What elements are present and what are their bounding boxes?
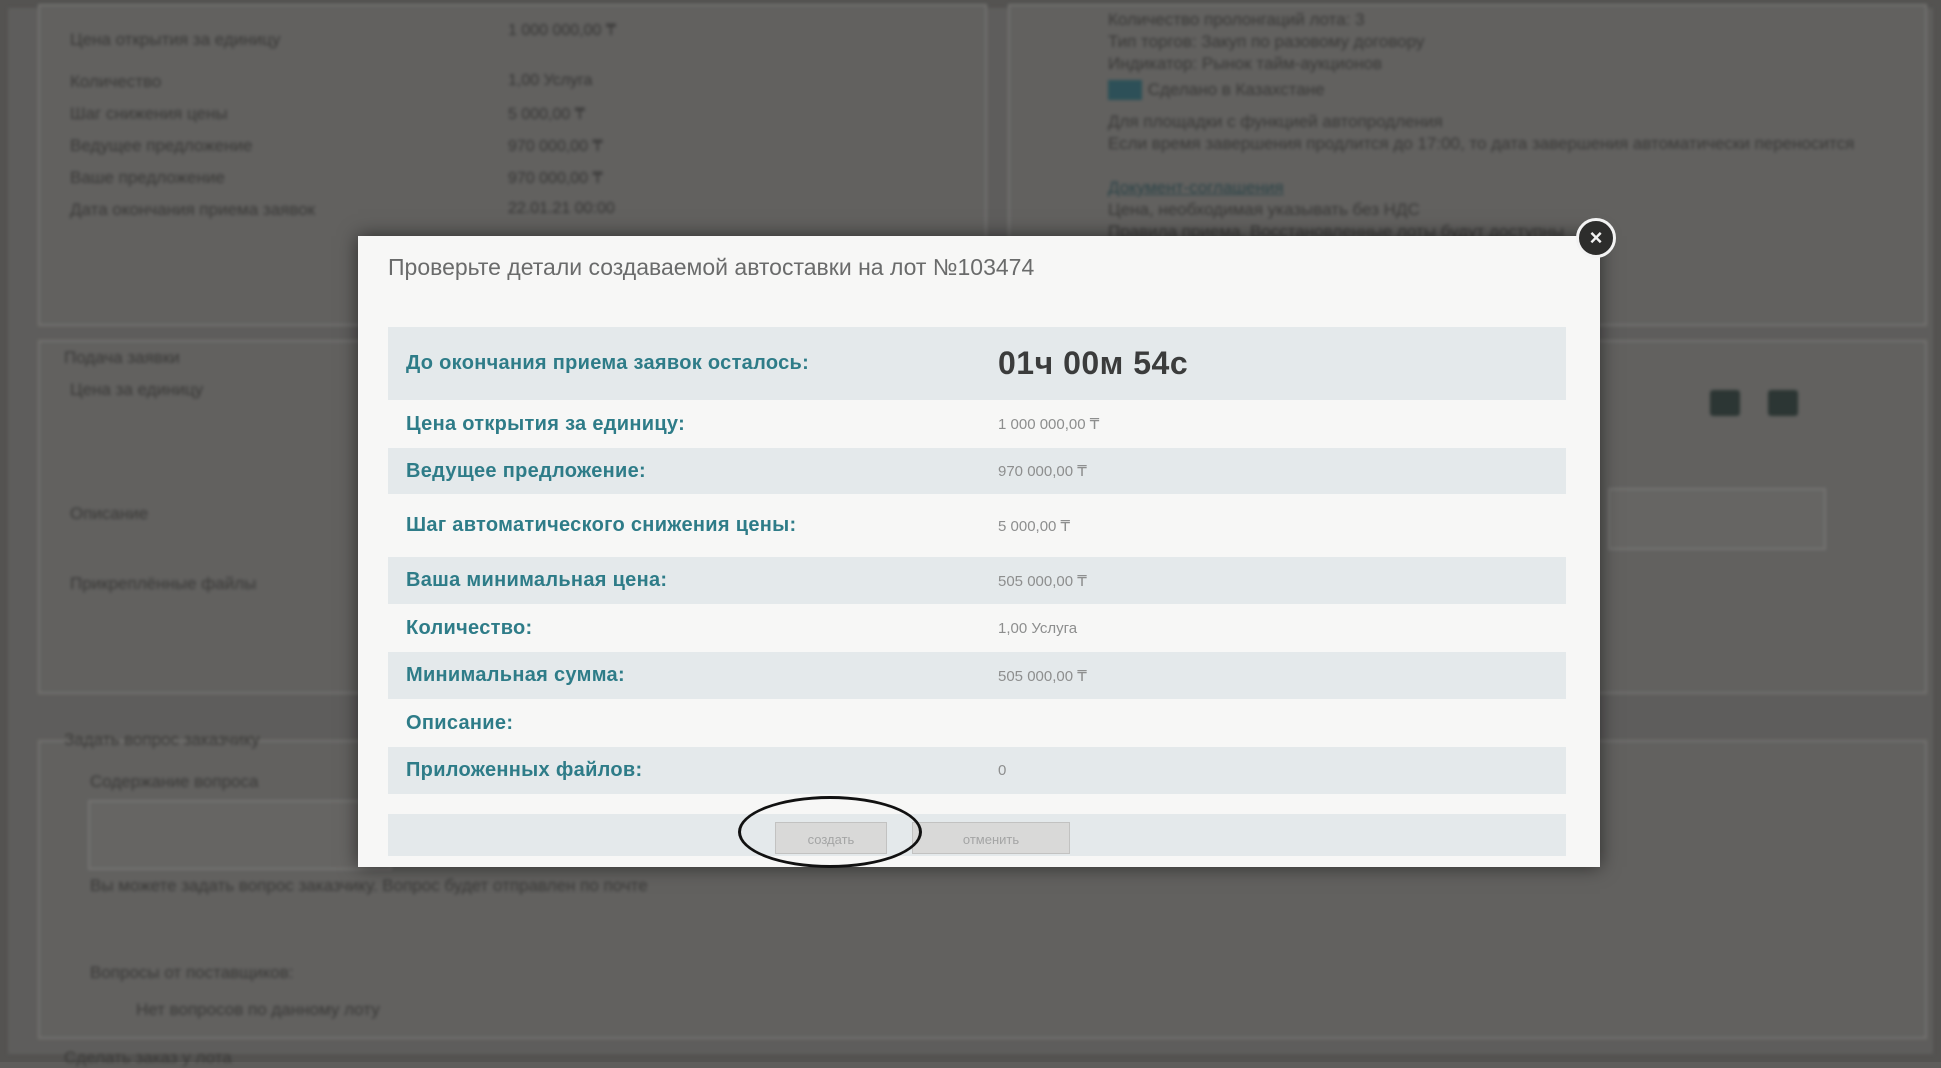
detail-value: 1,00 Услуга (998, 619, 1078, 637)
detail-row-step: Шаг автоматического снижения цены: 5 000… (388, 494, 1566, 557)
autobid-confirm-dialog: Проверьте детали создаваемой автоставки … (358, 218, 1616, 867)
detail-row-description: Описание: (388, 699, 1566, 747)
detail-label: Количество: (406, 616, 533, 639)
detail-value: 5 000,00 ₸ (998, 517, 1071, 535)
highlight-circle-annotation (738, 796, 922, 868)
detail-value: 1 000 000,00 ₸ (998, 416, 1100, 433)
detail-label: Цена открытия за единицу: (406, 412, 686, 435)
detail-value: 505 000,00 ₸ (998, 572, 1087, 590)
detail-label: Ваша минимальная цена: (406, 569, 668, 591)
cancel-button[interactable]: отменить (912, 822, 1070, 854)
time-left-value: 01ч 00м 54с (998, 345, 1189, 381)
detail-label: Минимальная сумма: (406, 664, 625, 686)
detail-row-min-sum: Минимальная сумма: 505 000,00 ₸ (388, 652, 1566, 699)
detail-row-files: Приложенных файлов: 0 (388, 747, 1566, 794)
detail-label: Ведущее предложение: (406, 459, 647, 482)
detail-row-leading-offer: Ведущее предложение: 970 000,00 ₸ (388, 448, 1566, 494)
detail-row-time-left: До окончания приема заявок осталось: 01ч… (388, 327, 1566, 400)
details-table: До окончания приема заявок осталось: 01ч… (388, 327, 1566, 794)
detail-label: Шаг автоматического снижения цены: (406, 514, 797, 536)
detail-row-quantity: Количество: 1,00 Услуга (388, 604, 1566, 652)
close-icon[interactable]: × (1576, 218, 1616, 258)
detail-label: До окончания приема заявок осталось: (406, 352, 810, 374)
dialog-actions: создать отменить (388, 814, 1566, 856)
detail-value: 0 (998, 762, 1007, 779)
dialog-title: Проверьте детали создаваемой автоставки … (388, 254, 1035, 280)
detail-label: Описание: (406, 711, 514, 734)
detail-row-min-price: Ваша минимальная цена: 505 000,00 ₸ (388, 557, 1566, 604)
detail-row-open-price: Цена открытия за единицу: 1 000 000,00 ₸ (388, 400, 1566, 448)
detail-label: Приложенных файлов: (406, 759, 643, 781)
detail-value: 970 000,00 ₸ (998, 463, 1087, 480)
detail-value: 505 000,00 ₸ (998, 667, 1087, 685)
